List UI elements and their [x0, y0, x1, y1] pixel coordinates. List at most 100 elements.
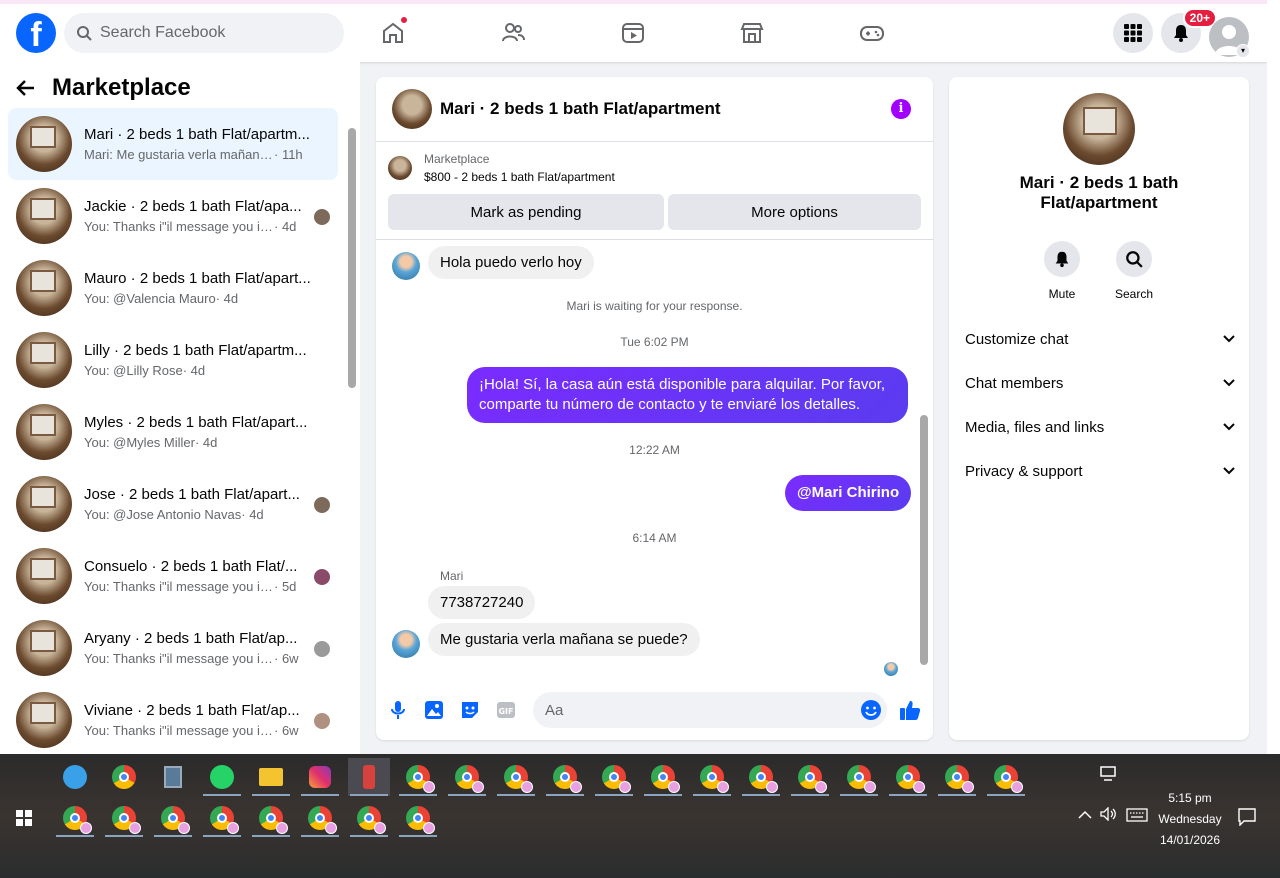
scrollbar-thumb[interactable] — [920, 415, 928, 665]
chevron-down-icon — [1223, 423, 1235, 431]
chrome-icon[interactable] — [397, 758, 439, 796]
facebook-logo[interactable]: f — [16, 13, 56, 53]
file-explorer-icon[interactable] — [250, 758, 292, 796]
back-arrow-icon[interactable] — [16, 78, 36, 98]
conversation-item[interactable]: Aryany · 2 beds 1 bath Flat/ap... You: T… — [8, 612, 338, 684]
chrome-icon[interactable] — [103, 799, 145, 837]
chrome-icon[interactable] — [789, 758, 831, 796]
chat-scrollbar[interactable] — [919, 243, 929, 673]
attach-photo-button[interactable] — [416, 692, 452, 728]
listing-thumbnail — [16, 620, 72, 676]
chrome-icon[interactable] — [887, 758, 929, 796]
chrome-icon[interactable] — [495, 758, 537, 796]
listing-thumbnail[interactable] — [388, 156, 412, 180]
listing-price[interactable]: $800 - 2 beds 1 bath Flat/apartment — [424, 170, 615, 184]
taskbar-active-app[interactable] — [348, 758, 390, 796]
page-scrollbar[interactable] — [1267, 0, 1280, 754]
conversation-snippet: You: Thanks i"il message you in ... — [84, 579, 274, 594]
chrome-icon[interactable] — [936, 758, 978, 796]
conversation-item[interactable]: Mari · 2 beds 1 bath Flat/apartm... Mari… — [8, 108, 338, 180]
friends-tab[interactable] — [498, 18, 528, 48]
conversation-item[interactable]: Jackie · 2 beds 1 bath Flat/apa... You: … — [8, 180, 338, 252]
read-receipt-avatar — [314, 497, 330, 513]
chrome-icon[interactable] — [544, 758, 586, 796]
whatsapp-icon[interactable] — [201, 758, 243, 796]
notifications-button[interactable]: 20+ — [1161, 8, 1217, 53]
more-options-button[interactable]: More options — [668, 194, 921, 230]
message-input[interactable] — [533, 692, 887, 728]
section-chat-members[interactable]: Chat members — [965, 371, 1235, 395]
conversation-item[interactable]: Myles · 2 beds 1 bath Flat/apart... You:… — [8, 396, 338, 468]
chrome-icon[interactable] — [54, 799, 96, 837]
conversation-item[interactable]: Jose · 2 beds 1 bath Flat/apart... You: … — [8, 468, 338, 540]
windows-start-icon[interactable] — [16, 810, 32, 826]
chrome-icon[interactable] — [838, 758, 880, 796]
conversation-item[interactable]: Consuelo · 2 beds 1 bath Flat/... You: T… — [8, 540, 338, 612]
voice-clip-button[interactable] — [380, 692, 416, 728]
taskbar-app-icon[interactable] — [54, 758, 96, 796]
mark-pending-button[interactable]: Mark as pending — [388, 194, 664, 230]
listing-thumbnail[interactable] — [1063, 93, 1135, 165]
sticker-button[interactable] — [452, 692, 488, 728]
conversation-item[interactable]: Mauro · 2 beds 1 bath Flat/apart... You:… — [8, 252, 338, 324]
search-input[interactable] — [100, 24, 320, 42]
section-media-files-links[interactable]: Media, files and links — [965, 415, 1235, 439]
photo-icon — [425, 701, 443, 719]
home-tab[interactable] — [378, 16, 408, 48]
conversation-title: Mari · 2 beds 1 bath Flat/apartm... — [84, 126, 310, 143]
volume-icon[interactable] — [1100, 806, 1118, 824]
taskbar-app-icon[interactable] — [103, 758, 145, 796]
gaming-tab[interactable] — [857, 18, 887, 48]
calculator-icon[interactable] — [152, 758, 194, 796]
conversation-time: · 4d — [215, 291, 239, 306]
video-tab[interactable] — [618, 18, 648, 48]
chat-thumbnail[interactable] — [392, 89, 432, 129]
like-button[interactable] — [892, 692, 928, 728]
system-clock[interactable]: 5:15 pm Wednesday 14/01/2026 — [1150, 788, 1230, 851]
chrome-icon[interactable] — [348, 799, 390, 837]
chevron-up-icon[interactable] — [1078, 808, 1092, 823]
info-icon[interactable]: i — [891, 99, 911, 119]
section-customize-chat[interactable]: Customize chat — [965, 327, 1235, 351]
instagram-icon[interactable] — [299, 758, 341, 796]
conversation-item[interactable]: Viviane · 2 beds 1 bath Flat/ap... You: … — [8, 684, 338, 754]
chrome-icon[interactable] — [250, 799, 292, 837]
incoming-message[interactable]: Me gustaria verla mañana se puede? — [428, 623, 700, 656]
chrome-icon[interactable] — [152, 799, 194, 837]
section-privacy-support[interactable]: Privacy & support — [965, 459, 1235, 483]
chrome-icon[interactable] — [691, 758, 733, 796]
network-icon[interactable] — [1100, 766, 1118, 785]
search-action[interactable]: Search — [1104, 241, 1164, 301]
incoming-message[interactable]: Hola puedo verlo hoy — [428, 246, 594, 279]
chrome-icon[interactable] — [740, 758, 782, 796]
listing-thumbnail — [16, 332, 72, 388]
search-box[interactable] — [64, 13, 344, 53]
mute-action[interactable]: Mute — [1032, 241, 1092, 301]
chrome-icon[interactable] — [299, 799, 341, 837]
chat-title[interactable]: Mari · 2 beds 1 bath Flat/apartment — [440, 99, 721, 119]
video-icon — [622, 23, 644, 43]
incoming-message[interactable]: 7738727240 — [428, 586, 536, 619]
chrome-icon[interactable] — [397, 799, 439, 837]
microphone-icon — [391, 701, 405, 719]
conversation-title: Jose · 2 beds 1 bath Flat/apart... — [84, 486, 300, 503]
menu-button[interactable] — [1113, 13, 1153, 53]
sidebar-scrollbar[interactable] — [346, 128, 356, 748]
chevron-down-icon[interactable]: ▾ — [1236, 44, 1250, 58]
chrome-icon[interactable] — [985, 758, 1027, 796]
notification-center-icon[interactable] — [1238, 808, 1256, 829]
keyboard-icon[interactable] — [1126, 808, 1148, 825]
chrome-icon[interactable] — [642, 758, 684, 796]
chrome-icon[interactable] — [446, 758, 488, 796]
chrome-icon[interactable] — [593, 758, 635, 796]
marketplace-icon — [740, 23, 764, 43]
conversation-item[interactable]: Lilly · 2 beds 1 bath Flat/apartm... You… — [8, 324, 338, 396]
chrome-icon[interactable] — [201, 799, 243, 837]
gif-button[interactable]: GIF — [488, 692, 524, 728]
outgoing-message[interactable]: ¡Hola! Sí, la casa aún está disponible p… — [467, 367, 908, 423]
emoji-button[interactable] — [853, 692, 889, 728]
marketplace-tab[interactable] — [737, 18, 767, 48]
conversation-snippet: You: Thanks i"il message you in ... — [84, 723, 274, 738]
scrollbar-thumb[interactable] — [348, 128, 356, 388]
outgoing-message[interactable]: @Mari Chirino — [785, 475, 912, 511]
